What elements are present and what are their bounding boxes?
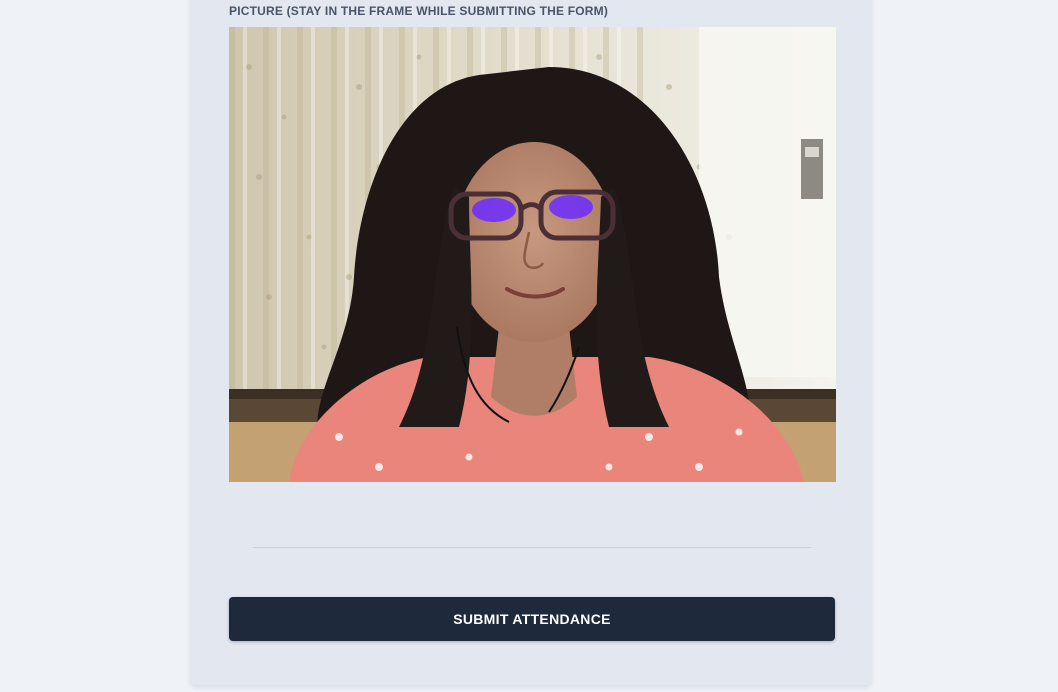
picture-field-label: PICTURE (STAY IN THE FRAME WHILE SUBMITT… [229, 4, 609, 18]
webcam-preview [229, 27, 836, 482]
form-divider [253, 547, 811, 548]
submit-attendance-button[interactable]: SUBMIT ATTENDANCE [229, 597, 835, 641]
